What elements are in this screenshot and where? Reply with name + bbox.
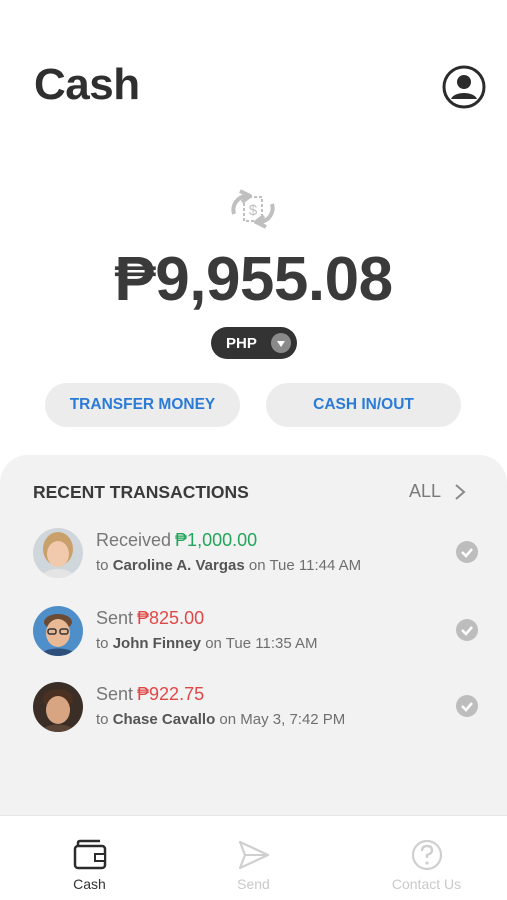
list-item[interactable]: Sent ₱922.75 to Chase Cavallo on May 3, 7… xyxy=(0,682,507,742)
transaction-summary: Received ₱1,000.00 xyxy=(96,530,257,551)
transaction-details: to Chase Cavallo on May 3, 7:42 PM xyxy=(96,711,345,728)
svg-text:$: $ xyxy=(249,202,258,219)
nav-item-send[interactable]: Send xyxy=(169,816,338,900)
action-buttons: TRANSFER MONEY CASH IN/OUT xyxy=(0,383,507,427)
check-icon xyxy=(456,695,478,717)
recent-transactions-panel: RECENT TRANSACTIONS ALL Received ₱1,000.0… xyxy=(0,455,507,815)
user-circle-icon xyxy=(442,65,486,109)
profile-button[interactable] xyxy=(441,64,487,110)
transfer-money-button[interactable]: TRANSFER MONEY xyxy=(45,383,240,427)
wallet-icon xyxy=(73,839,106,870)
transaction-details: to John Finney on Tue 11:35 AM xyxy=(96,635,318,652)
nav-label: Send xyxy=(237,876,270,892)
nav-item-cash[interactable]: Cash xyxy=(5,816,174,900)
transaction-amount: ₱1,000.00 xyxy=(175,530,258,550)
transaction-details: to Caroline A. Vargas on Tue 11:44 AM xyxy=(96,557,361,574)
transaction-amount: ₱825.00 xyxy=(137,608,205,628)
list-item[interactable]: Received ₱1,000.00 to Caroline A. Vargas … xyxy=(0,528,507,588)
to-prefix: to xyxy=(96,557,109,574)
check-icon xyxy=(456,541,478,563)
bottom-nav: Cash Send Contact Us xyxy=(0,815,507,900)
chevron-right-icon xyxy=(455,483,466,500)
transaction-summary: Sent ₱922.75 xyxy=(96,684,204,705)
transaction-type: Received xyxy=(96,530,172,550)
avatar xyxy=(33,606,83,656)
to-prefix: to xyxy=(96,635,109,652)
header: Cash xyxy=(0,0,507,150)
transaction-type: Sent xyxy=(96,684,134,704)
currency-label: PHP xyxy=(226,334,257,352)
transaction-summary: Sent ₱825.00 xyxy=(96,608,204,629)
avatar xyxy=(33,682,83,732)
recipient-name: Chase Cavallo xyxy=(112,711,216,728)
check-icon xyxy=(456,619,478,641)
recipient-name: John Finney xyxy=(112,635,202,652)
section-title: RECENT TRANSACTIONS xyxy=(33,482,249,502)
nav-label: Cash xyxy=(73,876,106,892)
view-all-label: ALL xyxy=(409,481,442,501)
exchange-dollar-icon: $ xyxy=(231,189,275,229)
view-all-link[interactable]: ALL xyxy=(409,481,467,502)
transaction-amount: ₱922.75 xyxy=(137,684,205,704)
transaction-time: on Tue 11:44 AM xyxy=(248,557,362,574)
help-icon xyxy=(411,839,442,871)
recipient-name: Caroline A. Vargas xyxy=(112,557,245,574)
balance-amount: ₱9,955.08 xyxy=(114,245,393,314)
transaction-time: on May 3, 7:42 PM xyxy=(219,711,346,728)
chevron-down-icon xyxy=(271,333,291,353)
transaction-time: on Tue 11:35 AM xyxy=(205,635,318,652)
send-icon xyxy=(238,840,269,870)
nav-label: Contact Us xyxy=(391,876,462,892)
to-prefix: to xyxy=(96,711,109,728)
currency-selector[interactable]: PHP xyxy=(211,327,297,359)
nav-item-contact-us[interactable]: Contact Us xyxy=(342,816,507,900)
page-title: Cash xyxy=(34,60,140,109)
cash-in-out-button[interactable]: CASH IN/OUT xyxy=(266,383,461,427)
avatar xyxy=(33,528,83,578)
transaction-type: Sent xyxy=(96,608,134,628)
list-item[interactable]: Sent ₱825.00 to John Finney on Tue 11:35 … xyxy=(0,606,507,666)
